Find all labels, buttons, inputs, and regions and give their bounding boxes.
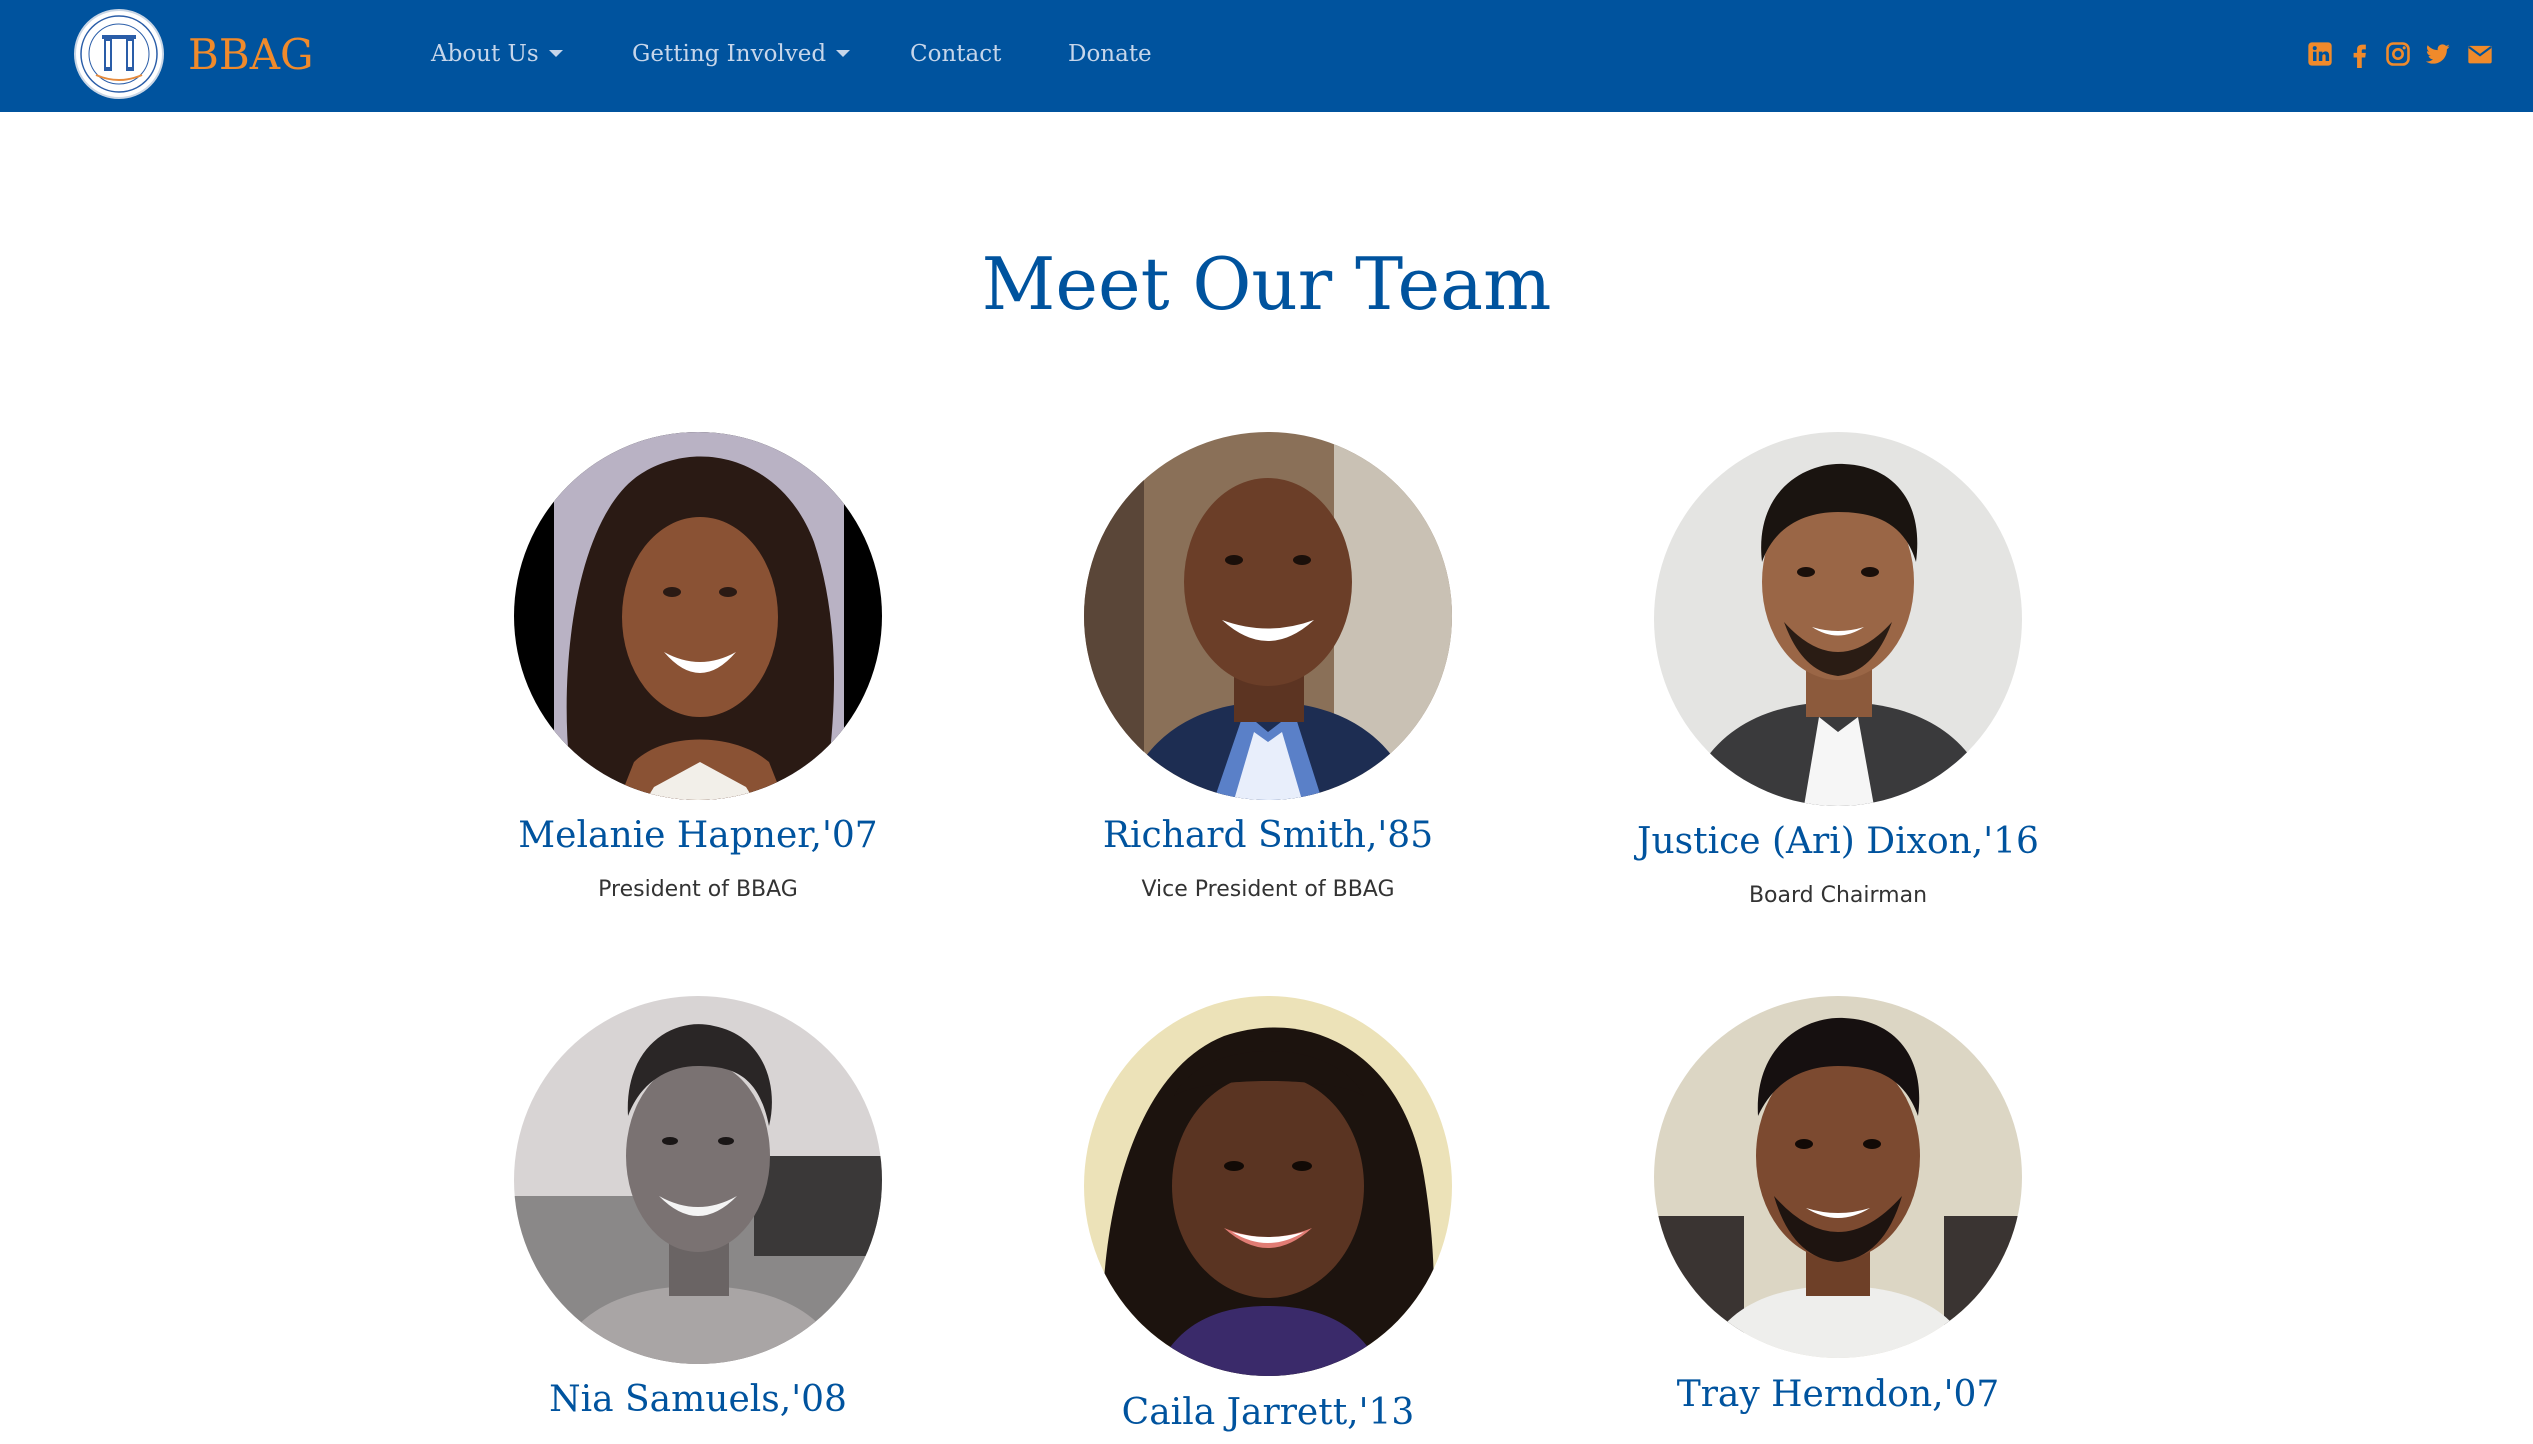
envelope-icon[interactable]: [2466, 40, 2494, 68]
team-member-photo: [1084, 996, 1452, 1376]
team-member-name: Justice (Ari) Dixon,'16: [1637, 821, 2039, 862]
chevron-down-icon: [836, 50, 851, 57]
facebook-icon[interactable]: [2346, 40, 2374, 68]
brand-name[interactable]: BBAG: [188, 28, 314, 82]
nav-contact[interactable]: Contact: [910, 38, 1001, 70]
team-member-role: President of BBAG: [598, 877, 798, 902]
team-member-photo: [1654, 432, 2022, 806]
chevron-down-icon: [548, 50, 563, 57]
navbar: BBAG About Us Getting Involved Contact D…: [0, 0, 2533, 112]
nav-donate[interactable]: Donate: [1068, 38, 1152, 70]
page-title: Meet Our Team: [981, 242, 1552, 326]
instagram-icon[interactable]: [2384, 40, 2412, 68]
team-member-role: Vice President of BBAG: [1141, 877, 1395, 902]
nav-getting-involved[interactable]: Getting Involved: [632, 38, 851, 70]
team-member-photo: [1654, 996, 2022, 1358]
nav-getting-involved-label: Getting Involved: [632, 41, 827, 67]
linkedin-icon[interactable]: [2306, 40, 2334, 68]
team-member-name: Tray Herndon,'07: [1676, 1374, 2000, 1415]
nav-about-us[interactable]: About Us: [431, 38, 563, 70]
nav-about-us-label: About Us: [431, 41, 539, 67]
bbag-logo[interactable]: [74, 9, 164, 99]
team-member-photo: [514, 996, 882, 1364]
twitter-icon[interactable]: [2424, 40, 2452, 68]
team-member-photo: [1084, 432, 1452, 800]
team-member-role: Board Chairman: [1748, 883, 1928, 908]
team-member-photo: [514, 432, 882, 800]
